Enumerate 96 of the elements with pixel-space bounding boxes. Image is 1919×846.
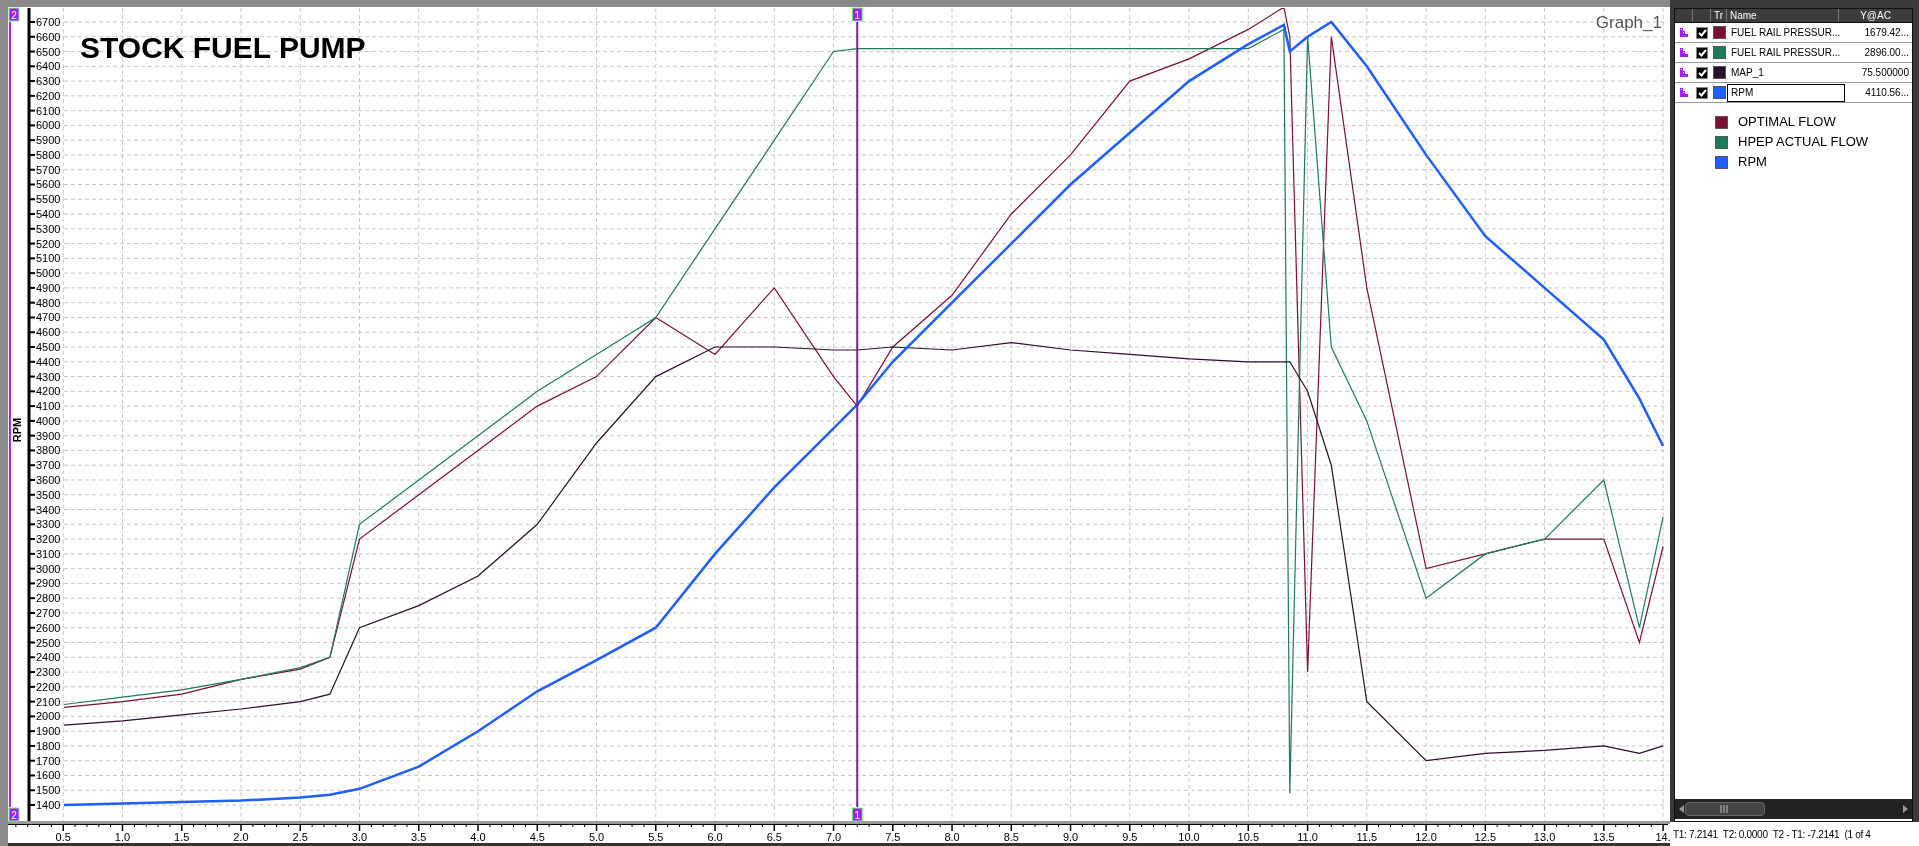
tick-label: 3700	[36, 459, 61, 472]
tick-label: 5100	[36, 252, 61, 265]
legend-label: OPTIMAL FLOW	[1738, 113, 1836, 132]
legend-label: RPM	[1738, 153, 1767, 172]
tick-label: 5.0	[588, 831, 605, 843]
tick-label: 8.5	[1003, 831, 1019, 843]
tick-label: 3300	[36, 518, 61, 531]
channel-value: 75.500000	[1860, 66, 1910, 80]
tick-label: 2600	[36, 621, 61, 634]
tick-label: 1600	[36, 769, 61, 782]
tick-label: 2400	[36, 651, 61, 664]
tick-label: 6500	[36, 45, 61, 58]
tick-label: 12.0	[1415, 831, 1437, 843]
status-text: T1: 7.2141	[1673, 827, 1718, 842]
tick-label: 3000	[36, 562, 61, 575]
tick-label: 5.5	[648, 831, 664, 843]
tick-label: 3100	[36, 547, 61, 560]
tick-label: 5500	[36, 193, 61, 206]
tick-label: 4.0	[470, 831, 486, 843]
tick-label: 4800	[36, 296, 61, 309]
tick-label: 13.0	[1533, 831, 1556, 843]
tick-label: 13.5	[1593, 831, 1615, 843]
status-text: T2: 0.0000	[1722, 827, 1768, 842]
tick-label: 3900	[36, 429, 61, 442]
tick-label: 9.0	[1062, 831, 1079, 843]
tick-label: 4000	[36, 414, 61, 427]
tick-label: 1700	[36, 754, 61, 767]
tick-label: 3200	[36, 533, 61, 546]
status-text: (1 of 4	[1844, 827, 1871, 842]
tick-label: 6700	[36, 15, 61, 28]
tick-label: 5400	[36, 208, 61, 221]
tick-label: 3.0	[351, 831, 368, 843]
tick-label: 1500	[36, 784, 61, 797]
channel-value: 4110.56...	[1864, 86, 1910, 100]
status-text: T2 - T1: -7.2141	[1772, 827, 1840, 842]
channel-value: 2896.00...	[1863, 46, 1910, 60]
tick-label: 4700	[36, 311, 61, 324]
tick-label: 3.5	[411, 831, 427, 843]
tick-label: 6300	[36, 75, 61, 88]
tick-label: 9.5	[1122, 831, 1138, 843]
tick-label: 6.0	[707, 831, 723, 843]
tick-label: 11.5	[1356, 831, 1378, 843]
tick-label: 2.0	[233, 831, 249, 843]
tick-label: 10.0	[1178, 831, 1200, 843]
tick-label: 3400	[36, 503, 61, 516]
tick-label: 4900	[36, 281, 61, 294]
tick-label: 4600	[36, 326, 61, 339]
tick-label: 14.	[1655, 831, 1670, 843]
tick-label: 6400	[36, 60, 61, 73]
tick-label: 1400	[36, 799, 61, 812]
tick-label: 7.5	[885, 831, 901, 843]
tick-label: 1900	[36, 725, 61, 738]
tick-label: 5600	[36, 178, 61, 191]
chart-title: STOCK FUEL PUMP	[80, 31, 366, 64]
tick-label: 4200	[36, 385, 61, 398]
tick-label: 11.0	[1297, 831, 1318, 843]
tick-label: 4100	[36, 400, 61, 413]
tick-label: 6200	[36, 89, 61, 102]
tick-label: 4500	[36, 341, 61, 353]
tick-label: 1800	[36, 739, 61, 752]
tick-label: 6600	[36, 30, 61, 43]
tick-label: 3500	[36, 488, 61, 501]
tick-label: 10.5	[1237, 831, 1259, 843]
tick-label: 2000	[36, 710, 61, 723]
tick-label: 1.0	[114, 831, 131, 843]
tick-label: 0.5	[55, 831, 71, 843]
tick-label: 2200	[36, 680, 61, 693]
channel-value: 1679.42...	[1863, 26, 1910, 40]
tick-label: 2500	[36, 636, 61, 649]
tick-label: 7.0	[825, 831, 842, 843]
tick-label: 6000	[36, 119, 61, 132]
tick-label: 3800	[36, 444, 61, 457]
tick-label: 5800	[36, 148, 61, 161]
tick-label: 5000	[36, 267, 61, 280]
tick-label: 8.0	[944, 831, 960, 843]
tick-label: 1.5	[174, 831, 190, 843]
tick-label: 2.5	[292, 831, 308, 843]
tick-label: 4.5	[529, 831, 545, 843]
tick-label: 2100	[36, 695, 61, 708]
tick-label: 4400	[36, 355, 61, 368]
tick-label: 2900	[36, 577, 61, 590]
tick-label: 2300	[36, 666, 61, 679]
tick-label: 12.5	[1474, 831, 1497, 843]
legend-label: HPEP ACTUAL FLOW	[1738, 133, 1869, 152]
axis-title: RPM	[11, 417, 23, 443]
tick-label: 6.5	[766, 831, 782, 843]
tick-label: 5900	[36, 134, 61, 147]
tick-label: 5300	[36, 222, 61, 235]
tick-label: 3600	[36, 474, 61, 486]
tick-label: 2700	[36, 606, 61, 619]
tick-label: 5700	[36, 163, 61, 176]
tick-label: 4300	[36, 370, 61, 383]
tick-label: 6100	[36, 104, 61, 117]
tick-label: 2800	[36, 592, 61, 605]
tick-label: 5200	[36, 237, 61, 250]
graph-name: Graph_1	[1595, 13, 1662, 32]
